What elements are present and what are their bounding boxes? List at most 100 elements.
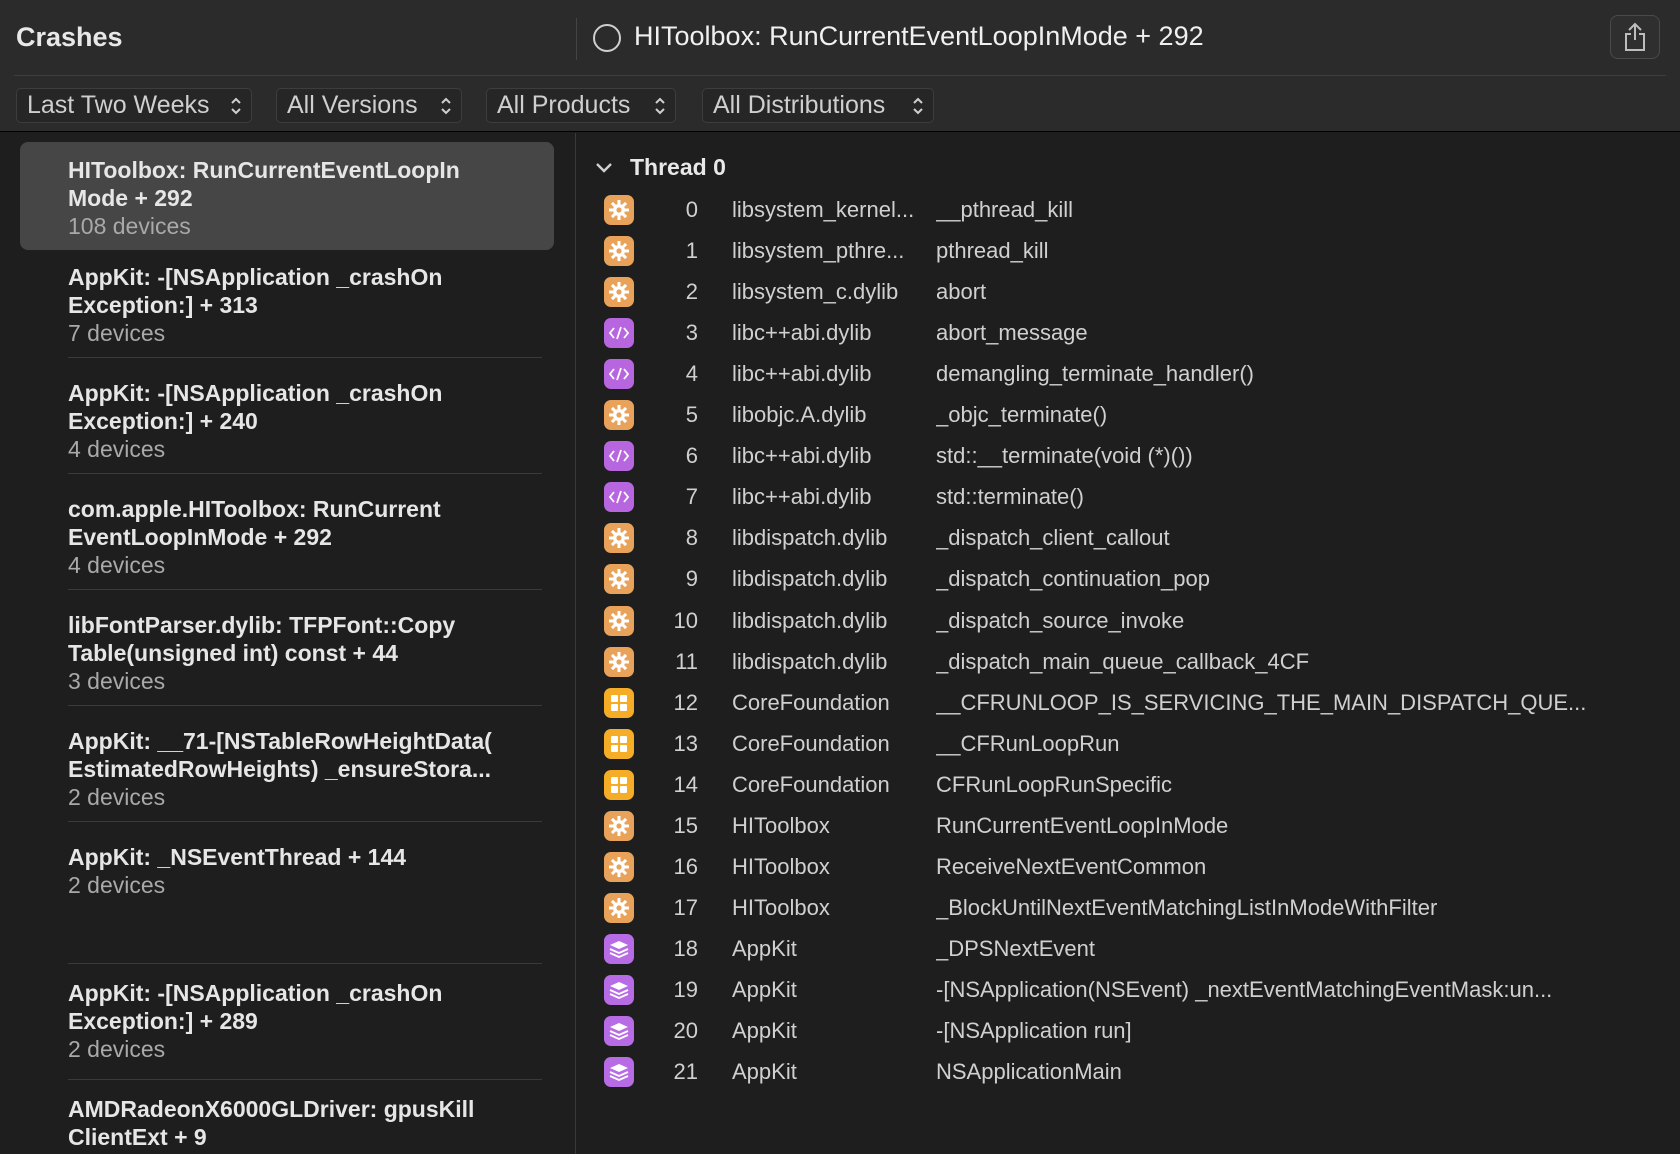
stack-frame-row[interactable]: 5 libobjc.A.dylib _objc_terminate() [604, 397, 1664, 441]
frame-symbol: __CFRunLoopRun [936, 731, 1120, 756]
frame-number: 6 [685, 443, 698, 468]
frame-library: libdispatch.dylib [732, 649, 888, 674]
frame-library: AppKit [732, 1059, 797, 1084]
frame-symbol: _dispatch_continuation_pop [936, 566, 1211, 591]
crash-item-devices: 3 devices [68, 668, 166, 694]
updown-chevron-icon [231, 97, 241, 115]
gear-icon [604, 852, 634, 882]
frame-library: libsystem_kernel... [732, 197, 915, 222]
list-separator [68, 473, 542, 474]
stack-frame-row[interactable]: 4 libc++abi.dylib demangling_terminate_han… [604, 356, 1664, 400]
frame-library: HIToolbox [732, 813, 830, 838]
thread-header[interactable]: Thread 0 [592, 152, 726, 182]
stack-frame-row[interactable]: 14 CoreFoundation CFRunLoopRunSpecific [604, 767, 1664, 811]
stack-frame-row[interactable]: 18 AppKit _DPSNextEvent [604, 931, 1664, 975]
frame-number: 21 [673, 1059, 698, 1084]
crash-list-item[interactable]: libFontParser.dylib: TFPFont::Copy Table… [20, 611, 554, 711]
updown-chevron-icon [655, 97, 665, 115]
frame-symbol: _objc_terminate() [936, 402, 1108, 427]
gear-icon [604, 606, 634, 636]
stack-frame-row[interactable]: 1 libsystem_pthre... pthread_kill [604, 233, 1664, 277]
stack-icon [604, 934, 634, 964]
puzzle-icon [604, 688, 634, 718]
frame-library: libc++abi.dylib [732, 320, 872, 345]
stack-frame-row[interactable]: 12 CoreFoundation __CFRUNLOOP_IS_SERVICING… [604, 685, 1664, 729]
stack-frame-row[interactable]: 21 AppKit NSApplicationMain [604, 1054, 1664, 1098]
code-icon [604, 318, 634, 348]
crash-item-devices: 7 devices [68, 320, 166, 346]
frame-library: CoreFoundation [732, 731, 890, 756]
frame-symbol: NSApplicationMain [936, 1059, 1122, 1084]
stack-frame-row[interactable]: 16 HIToolbox ReceiveNextEventCommon [604, 849, 1664, 893]
stack-frame-row[interactable]: 0 libsystem_kernel... __pthread_kill [604, 192, 1664, 236]
updown-chevron-icon [441, 97, 451, 115]
list-separator [68, 963, 542, 964]
share-button[interactable] [1610, 15, 1660, 59]
distribution-filter-label: All Distributions [713, 91, 886, 119]
frame-number: 1 [685, 238, 698, 263]
crash-list-item[interactable]: AppKit: __71-[NSTableRowHeightData( Esti… [20, 727, 554, 827]
frame-number: 0 [685, 197, 698, 222]
stack-frame-row[interactable]: 15 HIToolbox RunCurrentEventLoopInMode [604, 808, 1664, 852]
crash-list-item[interactable]: AMDRadeonX6000GLDriver: gpusKill ClientE… [20, 1095, 554, 1154]
pane-divider[interactable] [575, 133, 576, 1154]
date-range-filter[interactable]: Last Two Weeks [16, 88, 252, 123]
frame-library: libdispatch.dylib [732, 608, 888, 633]
crash-list-item[interactable]: AppKit: -[NSApplication _crashOn Excepti… [20, 263, 554, 363]
frame-number: 14 [673, 772, 698, 797]
stack-frame-row[interactable]: 13 CoreFoundation __CFRunLoopRun [604, 726, 1664, 770]
frame-symbol: __CFRUNLOOP_IS_SERVICING_THE_MAIN_DISPAT… [936, 690, 1587, 715]
gear-icon [604, 400, 634, 430]
frame-number: 11 [675, 649, 698, 674]
frame-library: libsystem_c.dylib [732, 279, 899, 304]
crash-list-item[interactable]: AppKit: -[NSApplication _crashOn Excepti… [20, 379, 554, 479]
crash-list-item[interactable]: HIToolbox: RunCurrentEventLoopIn Mode + … [20, 142, 554, 250]
crash-list-item[interactable]: com.apple.HIToolbox: RunCurrent EventLoo… [20, 495, 554, 595]
gear-icon [604, 195, 634, 225]
stack-frame-row[interactable]: 3 libc++abi.dylib abort_message [604, 315, 1664, 359]
date-range-filter-label: Last Two Weeks [27, 91, 210, 119]
stack-frame-row[interactable]: 11 libdispatch.dylib _dispatch_main_queue_… [604, 644, 1664, 688]
frame-symbol: ReceiveNextEventCommon [936, 854, 1207, 879]
code-icon [604, 482, 634, 512]
gear-icon [604, 564, 634, 594]
frame-number: 20 [673, 1018, 698, 1043]
stack-frame-row[interactable]: 17 HIToolbox _BlockUntilNextEventMatchingL… [604, 890, 1664, 934]
stack-frame-row[interactable]: 20 AppKit -[NSApplication run] [604, 1013, 1664, 1057]
version-filter-label: All Versions [287, 91, 418, 119]
stack-frame-row[interactable]: 6 libc++abi.dylib std::__terminate(void (*… [604, 438, 1664, 482]
frame-symbol: std::terminate() [936, 484, 1084, 509]
frame-library: libobjc.A.dylib [732, 402, 867, 427]
toolbar-separator [14, 75, 1666, 76]
stack-frame-row[interactable]: 2 libsystem_c.dylib abort [604, 274, 1664, 318]
distribution-filter[interactable]: All Distributions [702, 88, 934, 123]
toolbar-divider [576, 18, 577, 60]
thread-label: Thread 0 [630, 153, 726, 180]
stack-frame-row[interactable]: 19 AppKit -[NSApplication(NSEvent) _nextEv… [604, 972, 1664, 1016]
crash-item-title: AppKit: -[NSApplication _crashOn Excepti… [68, 980, 443, 1034]
status-circle-icon[interactable] [593, 24, 621, 52]
frame-library: HIToolbox [732, 895, 830, 920]
crash-list-item[interactable]: AppKit: -[NSApplication _crashOn Excepti… [20, 979, 554, 1079]
stack-frame-row[interactable]: 8 libdispatch.dylib _dispatch_client_callo… [604, 520, 1664, 564]
crash-item-devices: 2 devices [68, 1036, 166, 1062]
frame-symbol: -[NSApplication(NSEvent) _nextEventMatch… [936, 977, 1553, 1002]
stack-frame-row[interactable]: 9 libdispatch.dylib _dispatch_continuation… [604, 561, 1664, 605]
frame-symbol: CFRunLoopRunSpecific [936, 772, 1173, 797]
frame-symbol: RunCurrentEventLoopInMode [936, 813, 1229, 838]
puzzle-icon [604, 770, 634, 800]
frame-number: 4 [685, 361, 698, 386]
product-filter[interactable]: All Products [486, 88, 676, 123]
frame-symbol: abort_message [936, 320, 1088, 345]
stack-frame-row[interactable]: 10 libdispatch.dylib _dispatch_source_invo… [604, 603, 1664, 647]
stack-frame-row[interactable]: 7 libc++abi.dylib std::terminate() [604, 479, 1664, 523]
version-filter[interactable]: All Versions [276, 88, 462, 123]
crash-list-item[interactable]: AppKit: _NSEventThread + 144 2 devices [20, 843, 554, 943]
frame-library: libdispatch.dylib [732, 566, 888, 591]
frame-library: AppKit [732, 977, 797, 1002]
frame-library: libc++abi.dylib [732, 361, 872, 386]
frame-library: CoreFoundation [732, 690, 890, 715]
crash-item-title: AppKit: -[NSApplication _crashOn Excepti… [68, 380, 443, 434]
puzzle-icon [604, 729, 634, 759]
frame-symbol: __pthread_kill [936, 197, 1073, 222]
